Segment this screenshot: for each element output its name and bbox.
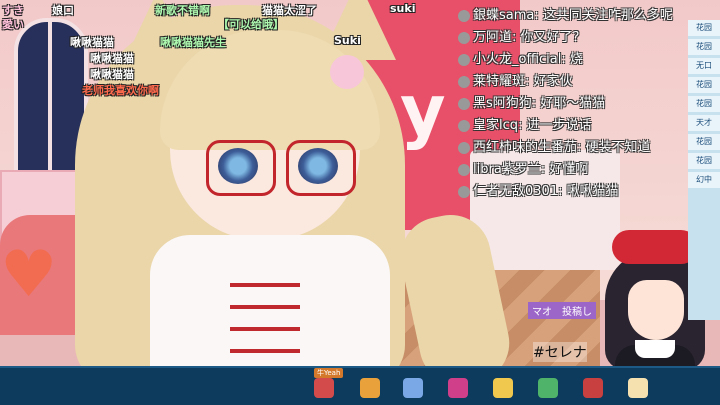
rail-item[interactable]: 花园 [688,77,720,93]
gift-icon[interactable] [448,378,468,398]
avatar [458,97,470,110]
chat-message: 銀蝶sama: 这共同关注咋那么多呢 [458,4,690,26]
gift-icon[interactable] [628,378,648,398]
chat-message: 皇家lcq: 进一步说话 [458,114,690,136]
avatar [458,163,470,176]
gift-bar: 牛Yeah [0,366,720,405]
chat-text: 这共同关注咋那么多呢 [542,8,673,23]
danmaku-comment: 新歌不错啊 [155,4,210,17]
chat-message: 仁者无敌0301: 啾啾猫猫 [458,180,690,202]
fan-list-rail[interactable]: 花园 花园 无口 花园 花园 天才 花园 花园 幻中 [688,20,720,320]
chat-separator: : [534,8,543,23]
gift-icon[interactable] [493,378,513,398]
chat-user: 銀蝶sama [473,8,535,23]
chat-message: 万阿道: 你又好了？ [458,26,690,48]
chat-text: 好懂啊 [549,162,589,177]
avatar [458,75,470,88]
danmaku-comment: suki [390,2,416,15]
chat-text: 啾啾猫猫 [566,184,619,199]
avatar [458,53,470,66]
chat-user: 小火龙_official [473,52,562,67]
chat-user: libra紫罗兰 [473,162,541,177]
danmaku-comment: 啾啾猫猫 [90,68,134,81]
gift-icon[interactable] [583,378,603,398]
rail-item[interactable]: 花园 [688,39,720,55]
danmaku-comment: 啾啾猫猫 [70,36,114,49]
chat-text: 烧 [569,52,583,67]
hashtag-label: #セレナ [533,342,587,362]
chat-user: 黑s阿狗狗 [473,96,532,111]
gift-icon[interactable] [538,378,558,398]
chat-message: 莱特耀斑: 好家伙 [458,70,690,92]
chat-text: 你又好了？ [520,30,586,45]
rail-item[interactable]: 花园 [688,134,720,150]
rail-item[interactable]: 幻中 [688,172,720,188]
danmaku-comment: 【可以给哦】 [218,18,284,31]
chat-separator: : [561,52,570,67]
chat-message: 黑s阿狗狗: 好耶～猫猫 [458,92,690,114]
chat-separator: : [512,30,521,45]
video-frame[interactable]: ♥ y すき 娘口 愛い 新歌不错啊 猫猫太涩了 【可以给哦】 suki 啾啾猫… [0,0,720,405]
rail-item[interactable]: 花园 [688,20,720,36]
gift-icon[interactable] [403,378,423,398]
glasses-right-lens [286,140,356,196]
gift-icon[interactable] [314,378,334,398]
chat-separator: : [518,118,527,133]
danmaku-comment: 啾啾猫猫 [90,52,134,65]
chibi-collar [635,340,675,358]
rail-item[interactable]: 天才 [688,115,720,131]
rail-item[interactable]: 花园 [688,96,720,112]
chat-user: 西红柿味的生番茄 [473,140,578,155]
chat-text: 好家伙 [533,74,573,89]
chat-message: libra紫罗兰: 好懂啊 [458,158,690,180]
mao-label: マオ 投稿し [528,302,596,319]
danmaku-comment: 愛い [2,18,24,31]
red-bow-icon [612,230,698,264]
danmaku-comment: 啾啾猫猫先生 [160,36,226,49]
chat-user: 莱特耀斑 [473,74,526,89]
chat-separator: : [525,74,534,89]
chat-separator: : [577,140,586,155]
chat-text: 好耶～猫猫 [540,96,606,111]
rail-item[interactable]: 花园 [688,153,720,169]
avatar [458,141,470,154]
chibi-face [628,280,684,340]
hair-flower-icon [330,55,364,89]
danmaku-comment: 老师我喜欢你啊 [82,84,159,97]
chat-message: 小火龙_official: 烧 [458,48,690,70]
dress-lacing [230,265,300,365]
backdrop-graphic: y [400,70,446,152]
chat-message: 西红柿味的生番茄: 硬装不知道 [458,136,690,158]
danmaku-comment: Suki [334,34,361,47]
chat-separator: : [558,184,567,199]
chat-text: 进一步说话 [526,118,592,133]
chat-user: 皇家lcq [473,118,519,133]
danmaku-comment: 娘口 [52,4,74,17]
gift-icon[interactable] [360,378,380,398]
rail-item[interactable]: 无口 [688,58,720,74]
chat-user: 万阿道 [473,30,513,45]
avatar [458,31,470,44]
avatar [458,119,470,132]
heart-pillow-icon: ♥ [0,238,58,312]
chat-user: 仁者无敌0301 [473,184,559,199]
avatar [458,185,470,198]
glasses-left-lens [206,140,276,196]
gift-badge: 牛Yeah [314,368,344,378]
chat-text: 硬装不知道 [585,140,651,155]
avatar [458,9,470,22]
